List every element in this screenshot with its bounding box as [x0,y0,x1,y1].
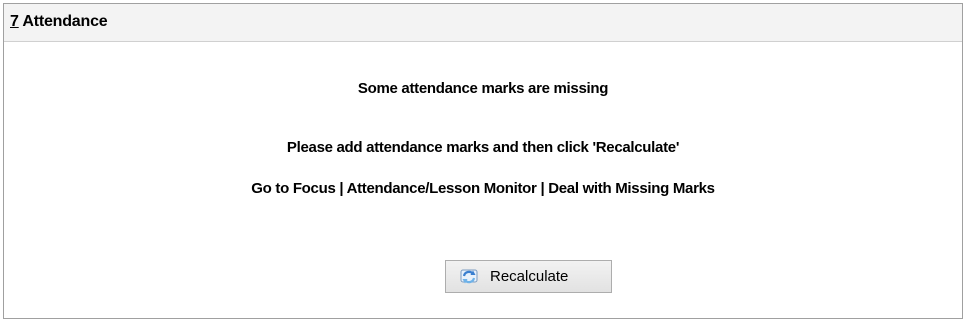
panel-title-text: Attendance [18,13,108,30]
panel-title[interactable]: 7 Attendance [10,13,108,31]
attendance-panel: 7 Attendance Some attendance marks are m… [3,3,963,319]
add-marks-instruction: Please add attendance marks and then cli… [286,139,680,156]
panel-title-mnemonic: 7 [10,13,19,30]
recalculate-button-label: Recalculate [490,268,569,285]
navigation-path-hint: Go to Focus | Attendance/Lesson Monitor … [251,180,715,197]
panel-header: 7 Attendance [4,4,962,42]
refresh-icon [458,266,480,288]
missing-marks-message: Some attendance marks are missing [357,80,609,97]
recalculate-button[interactable]: Recalculate [445,260,612,293]
